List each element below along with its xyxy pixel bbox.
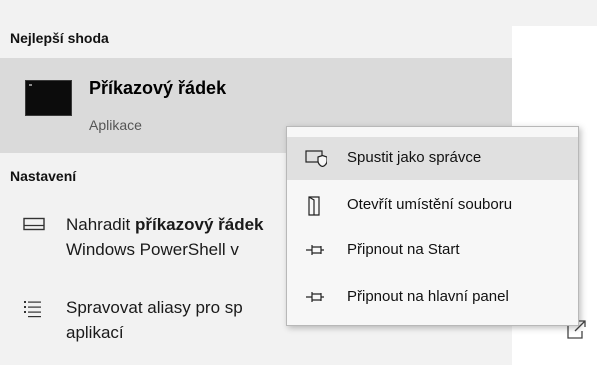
list-icon xyxy=(24,301,41,318)
setting-replace-line1: Nahradit příkazový řádek xyxy=(66,215,264,234)
menu-label-pin-to-taskbar: Připnout na hlavní panel xyxy=(347,288,509,305)
menu-item-pin-to-taskbar[interactable]: Připnout na hlavní panel xyxy=(287,276,578,319)
shield-admin-icon xyxy=(305,150,327,167)
open-file-location-icon xyxy=(308,196,320,216)
best-match-title: Příkazový řádek xyxy=(89,78,227,98)
setting-replace-line2: Windows PowerShell v xyxy=(66,240,239,259)
best-match-header: Nejlepší shoda xyxy=(10,30,109,46)
menu-label-open-file-location: Otevřít umístění souboru xyxy=(347,196,513,213)
preview-pane-top xyxy=(512,0,597,26)
pin-icon xyxy=(306,245,324,255)
pin-icon xyxy=(306,292,324,302)
context-menu: Spustit jako správce Otevřít umístění so… xyxy=(286,126,579,326)
setting-aliases-line2: aplikací xyxy=(66,323,124,342)
command-prompt-icon xyxy=(25,80,72,116)
menu-item-run-as-admin[interactable]: Spustit jako správce xyxy=(287,137,578,180)
menu-item-pin-to-start[interactable]: Připnout na Start xyxy=(287,229,578,272)
menu-item-open-file-location[interactable]: Otevřít umístění souboru xyxy=(287,184,578,227)
setting-aliases-line1: Spravovat aliasy pro sp xyxy=(66,298,243,317)
menu-label-run-as-admin: Spustit jako správce xyxy=(347,149,482,166)
settings-header: Nastavení xyxy=(10,168,77,184)
menu-label-pin-to-start: Připnout na Start xyxy=(347,241,460,258)
best-match-subtitle: Aplikace xyxy=(89,117,142,133)
monitor-icon xyxy=(23,217,45,231)
